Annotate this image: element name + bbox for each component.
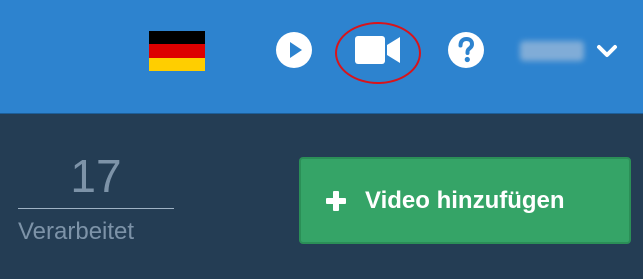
video-camera-button[interactable] — [340, 26, 416, 74]
flag-band-red — [149, 44, 205, 58]
chevron-down-icon — [597, 45, 617, 57]
flag-band-black — [149, 31, 205, 45]
processed-stat: 17 Verarbeitet — [18, 146, 174, 249]
user-name-blurred: ████ — [520, 41, 584, 61]
play-button[interactable] — [274, 30, 314, 70]
top-navigation-bar: ████ — [0, 0, 643, 114]
user-menu[interactable]: ████ — [520, 34, 630, 68]
question-circle-icon — [448, 32, 484, 68]
play-circle-icon — [276, 32, 312, 68]
help-button[interactable] — [446, 30, 486, 70]
processed-label: Verarbeitet — [18, 218, 135, 245]
stat-divider — [18, 208, 174, 209]
video-camera-icon — [355, 36, 400, 64]
flag-band-gold — [149, 57, 205, 71]
language-flag-button[interactable] — [149, 31, 205, 71]
add-video-label: Video hinzufügen — [365, 186, 565, 214]
processed-count: 17 — [70, 150, 122, 202]
plus-icon — [326, 190, 346, 211]
add-video-button[interactable]: Video hinzufügen — [299, 157, 631, 244]
